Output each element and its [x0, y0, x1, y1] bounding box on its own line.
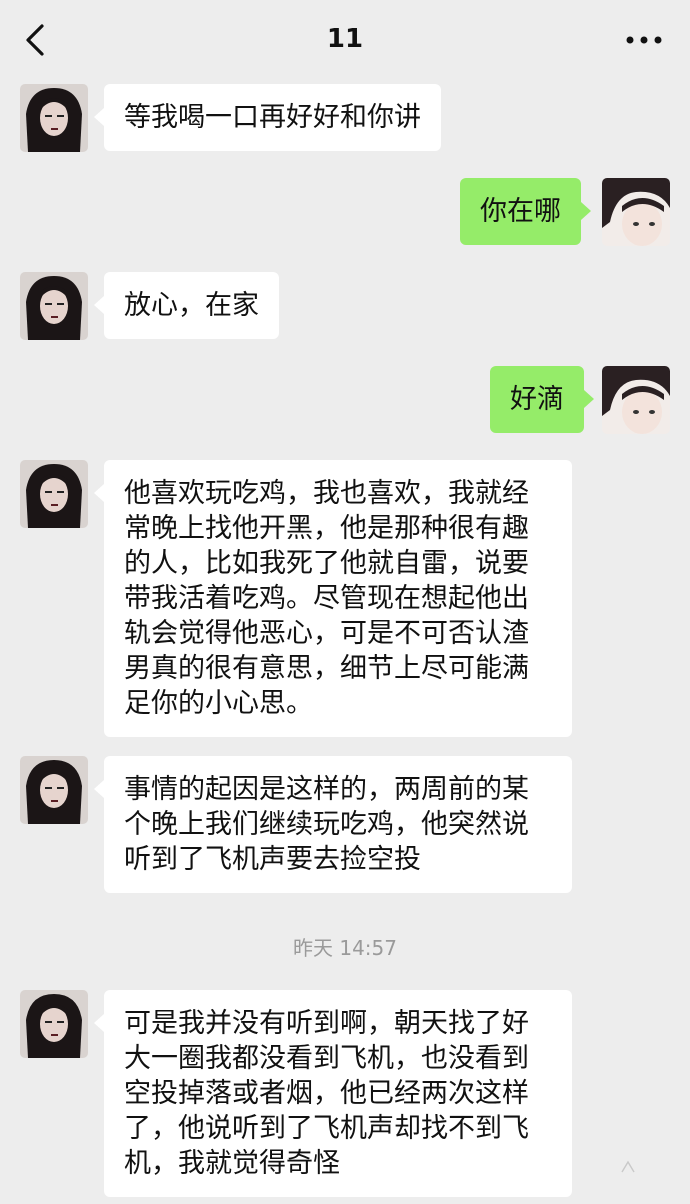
message-line: 的人，比如我死了他就自雷，说要 — [124, 548, 529, 579]
contact-avatar[interactable] — [20, 84, 88, 152]
ellipsis-icon — [626, 36, 662, 44]
contact-avatar[interactable] — [20, 272, 88, 340]
avatar-image-icon — [20, 990, 88, 1058]
avatar-image-icon — [602, 366, 670, 434]
incoming-message-bubble[interactable]: 放心，在家 — [94, 272, 279, 339]
my-avatar[interactable] — [602, 366, 670, 434]
incoming-message-bubble[interactable]: 等我喝一口再好好和你讲 — [94, 84, 441, 151]
message-line: 听到了飞机声要去捡空投 — [124, 844, 421, 875]
message-text: 等我喝一口再好好和你讲 — [124, 102, 421, 133]
message-text: 放心，在家 — [124, 290, 259, 321]
outgoing-message-bubble[interactable]: 你在哪 — [460, 178, 591, 245]
message-line: 他喜欢玩吃鸡，我也喜欢，我就经 — [124, 478, 529, 509]
message-line: 带我活着吃鸡。尽管现在想起他出 — [124, 583, 529, 614]
avatar-image-icon — [20, 756, 88, 824]
avatar-image-icon — [20, 460, 88, 528]
contact-avatar[interactable] — [20, 460, 88, 528]
message-text: 好滴 — [510, 384, 564, 415]
my-avatar[interactable] — [602, 178, 670, 246]
message-text: 你在哪 — [480, 196, 561, 227]
message-line: 大一圈我都没看到飞机，也没看到 — [124, 1043, 529, 1074]
message-line: 个晚上我们继续玩吃鸡，他突然说 — [124, 809, 529, 840]
message-line: 事情的起因是这样的，两周前的某 — [124, 774, 529, 805]
chat-title: 11 — [326, 24, 364, 54]
contact-avatar[interactable] — [20, 990, 88, 1058]
message-line: 常晚上找他开黑，他是那种很有趣 — [124, 513, 529, 544]
avatar-image-icon — [20, 84, 88, 152]
contact-avatar[interactable] — [20, 756, 88, 824]
message-line: 可是我并没有听到啊，朝天找了好 — [124, 1008, 529, 1039]
more-button[interactable] — [624, 28, 664, 52]
incoming-message-bubble[interactable]: 可是我并没有听到啊，朝天找了好 大一圈我都没看到飞机，也没看到 空投掉落或者烟，… — [94, 990, 572, 1197]
message-line: 机，我就觉得奇怪 — [124, 1148, 340, 1179]
outgoing-message-bubble[interactable]: 好滴 — [490, 366, 594, 433]
message-line: 男真的很有意思，细节上尽可能满 — [124, 653, 529, 684]
avatar-image-icon — [602, 178, 670, 246]
message-line: 了，他说听到了飞机声却找不到飞 — [124, 1113, 529, 1144]
avatar-image-icon — [20, 272, 88, 340]
message-line: 空投掉落或者烟，他已经两次这样 — [124, 1078, 529, 1109]
incoming-message-bubble[interactable]: 事情的起因是这样的，两周前的某 个晚上我们继续玩吃鸡，他突然说 听到了飞机声要去… — [94, 756, 572, 893]
incoming-message-bubble[interactable]: 他喜欢玩吃鸡，我也喜欢，我就经 常晚上找他开黑，他是那种很有趣 的人，比如我死了… — [94, 460, 572, 737]
watermark-icon — [621, 1160, 635, 1173]
chat-header: 11 — [0, 0, 690, 80]
message-line: 轨会觉得他恶心，可是不可否认渣 — [124, 618, 529, 649]
message-timestamp: 昨天 14:57 — [293, 936, 397, 960]
message-line: 足你的小心思。 — [124, 688, 313, 719]
